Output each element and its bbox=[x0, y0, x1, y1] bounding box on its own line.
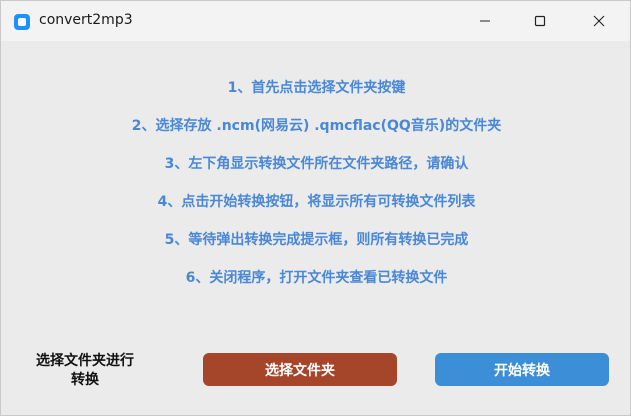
minimize-button[interactable] bbox=[462, 1, 508, 41]
instruction-step-4: 4、点击开始转换按钮，将显示所有可转换文件列表 bbox=[157, 194, 476, 210]
instruction-step-5: 5、等待弹出转换完成提示框，则所有转换已完成 bbox=[164, 232, 469, 248]
close-icon bbox=[593, 15, 605, 27]
start-convert-button[interactable]: 开始转换 bbox=[435, 353, 609, 386]
app-window: convert2mp3 1、首先点击选择文件夹按键 2、选择存放 .ncm(网易… bbox=[0, 0, 631, 416]
close-button[interactable] bbox=[576, 1, 622, 41]
select-folder-button[interactable]: 选择文件夹 bbox=[203, 353, 397, 386]
instruction-step-1: 1、首先点击选择文件夹按键 bbox=[227, 80, 406, 96]
maximize-button[interactable] bbox=[517, 1, 563, 41]
instruction-step-2: 2、选择存放 .ncm(网易云) .qmcflac(QQ音乐)的文件夹 bbox=[131, 118, 502, 134]
instruction-step-6: 6、关闭程序，打开文件夹查看已转换文件 bbox=[185, 270, 448, 286]
folder-path-label: 选择文件夹进行 转换 bbox=[36, 353, 134, 388]
app-icon bbox=[14, 14, 30, 30]
window-title: convert2mp3 bbox=[39, 12, 133, 28]
title-bar[interactable]: convert2mp3 bbox=[1, 1, 630, 41]
minimize-icon bbox=[480, 20, 490, 22]
instruction-step-3: 3、左下角显示转换文件所在文件夹路径，请确认 bbox=[164, 156, 469, 172]
maximize-icon bbox=[534, 15, 546, 27]
